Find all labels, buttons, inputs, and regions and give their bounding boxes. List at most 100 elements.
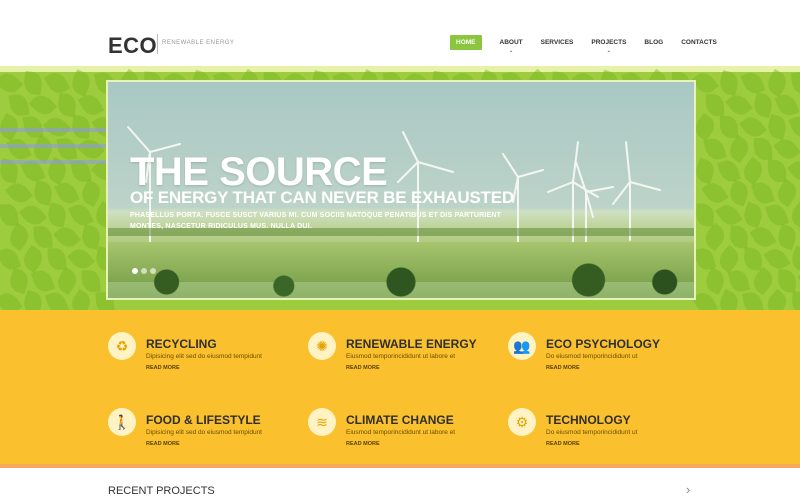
services-section: ♻ RECYCLING Dipisicing elit sed do eiusmod… [0,310,800,468]
nav-item-projects[interactable]: PROJECTS ⌄ [591,35,627,54]
leaf-pattern [791,291,800,310]
nav-item-label: PROJECTS [591,39,627,46]
people-icon: 👥 [508,332,536,360]
nav-item-label: HOME [456,39,476,46]
leaf-pattern [5,222,33,252]
leaf-pattern [76,134,106,164]
leaf-pattern [739,156,767,186]
leaf-pattern [773,134,800,164]
read-more-link[interactable]: READ MORE [146,441,180,447]
leaf-pattern [703,135,727,163]
leaf-pattern [748,266,778,296]
leaf-pattern [729,225,749,249]
read-more-link[interactable]: READ MORE [546,365,580,371]
site-logo[interactable]: ECO [108,33,157,59]
leaf-pattern [717,70,741,96]
recent-projects-section: RECENT PROJECTS › [0,468,800,500]
service-description: Eiusmod temporincididunt ut labore et [346,353,456,360]
leaf-pattern [56,136,78,162]
leaf-pattern [0,203,19,227]
read-more-link[interactable]: READ MORE [546,441,580,447]
leaf-pattern [70,114,92,140]
read-more-link[interactable]: READ MORE [346,365,380,371]
service-description: Do eiusmod temporincididunt ut [546,429,638,436]
leaf-pattern [56,92,78,118]
leaf-pattern [30,267,56,295]
nav-item-label: CONTACTS [681,39,717,46]
slider-dot[interactable] [150,268,156,274]
chevron-right-icon[interactable]: › [686,482,690,497]
slider-pagination [132,268,156,274]
leaf-pattern [53,222,81,252]
service-title[interactable]: RENEWABLE ENERGY [346,337,477,351]
leaf-pattern [773,178,800,208]
leaf-pattern [788,113,800,141]
nav-item-label: ABOUT [499,39,523,46]
nav-item-services[interactable]: SERVICES [541,35,574,50]
leaf-pattern [740,201,766,229]
leaf-pattern [725,134,753,164]
leaf-pattern [727,268,751,294]
leaf-pattern [695,203,715,227]
chevron-down-icon: ⌄ [508,48,514,54]
leaf-pattern [19,244,47,274]
leaf-pattern [715,200,743,230]
leaf-pattern [28,90,58,120]
slider-dot[interactable] [141,268,147,274]
tree-line [108,258,694,298]
leaf-pattern [716,289,742,310]
leaf-pattern [753,137,773,161]
service-title[interactable]: RECYCLING [146,337,217,351]
main-nav: HOME ABOUT ⌄ SERVICES PROJECTS ⌄ BLOG CONTACTS [450,35,735,54]
recycle-icon: ♻ [108,332,136,360]
leaf-pattern [8,92,30,118]
leaf-pattern [67,288,95,310]
read-more-link[interactable]: READ MORE [346,441,380,447]
leaf-pattern [765,114,789,140]
nav-item-home[interactable]: HOME [450,35,482,50]
waves-icon: ≋ [308,408,336,436]
nav-item-label: BLOG [644,39,664,46]
leaf-pattern [81,269,101,293]
gears-icon: ⚙ [508,408,536,436]
leaf-pattern [763,68,791,98]
leaf-pattern [45,202,69,228]
leaf-pattern [767,159,787,183]
service-description: Eiusmod temporincididunt ut labore et [346,429,456,436]
leaf-pattern [19,200,47,230]
hero-subtitle: OF ENERGY THAT CAN NEVER BE EXHAUSTED [130,188,514,207]
leaf-pattern [739,112,767,142]
recent-projects-title: RECENT PROJECTS [108,485,215,497]
leaf-pattern [5,178,33,208]
service-description: Do eiusmod temporincididunt ut [546,353,638,360]
nav-item-contacts[interactable]: CONTACTS [681,35,717,50]
service-description: Dipisicing elit sed do eiusmod tempidunt [146,353,262,360]
sun-icon: ✺ [308,332,336,360]
service-title[interactable]: ECO PSYCHOLOGY [546,337,660,351]
leaf-pattern [43,69,71,97]
leaf-pattern [700,222,730,252]
leaf-pattern [68,69,94,97]
site-header: ECO RENEWABLE ENERGY HOME ABOUT ⌄ SERVICES P… [0,0,800,66]
leaf-pattern [33,225,53,249]
leaf-pattern [47,247,67,271]
slider-dot[interactable] [132,268,138,274]
leaf-pattern [743,247,763,271]
nav-item-blog[interactable]: BLOG [644,35,663,50]
leaf-pattern [22,70,44,96]
hero-title: THE SOURCE [130,150,388,194]
nav-item-label: SERVICES [540,39,574,46]
leaf-pattern [53,266,81,296]
nav-item-about[interactable]: ABOUT ⌄ [499,35,523,54]
leaf-pattern [777,269,797,293]
service-description: Dipisicing elit sed do eiusmod tempidunt [146,429,262,436]
leaf-pattern [0,113,23,141]
service-title[interactable]: TECHNOLOGY [546,413,631,427]
leaf-pattern [67,244,95,274]
leaf-pattern [692,157,718,185]
leaf-pattern [790,71,800,95]
read-more-link[interactable]: READ MORE [146,365,180,371]
service-title[interactable]: FOOD & LIFESTYLE [146,413,261,427]
service-title[interactable]: CLIMATE CHANGE [346,413,454,427]
leaf-pattern [705,93,725,117]
